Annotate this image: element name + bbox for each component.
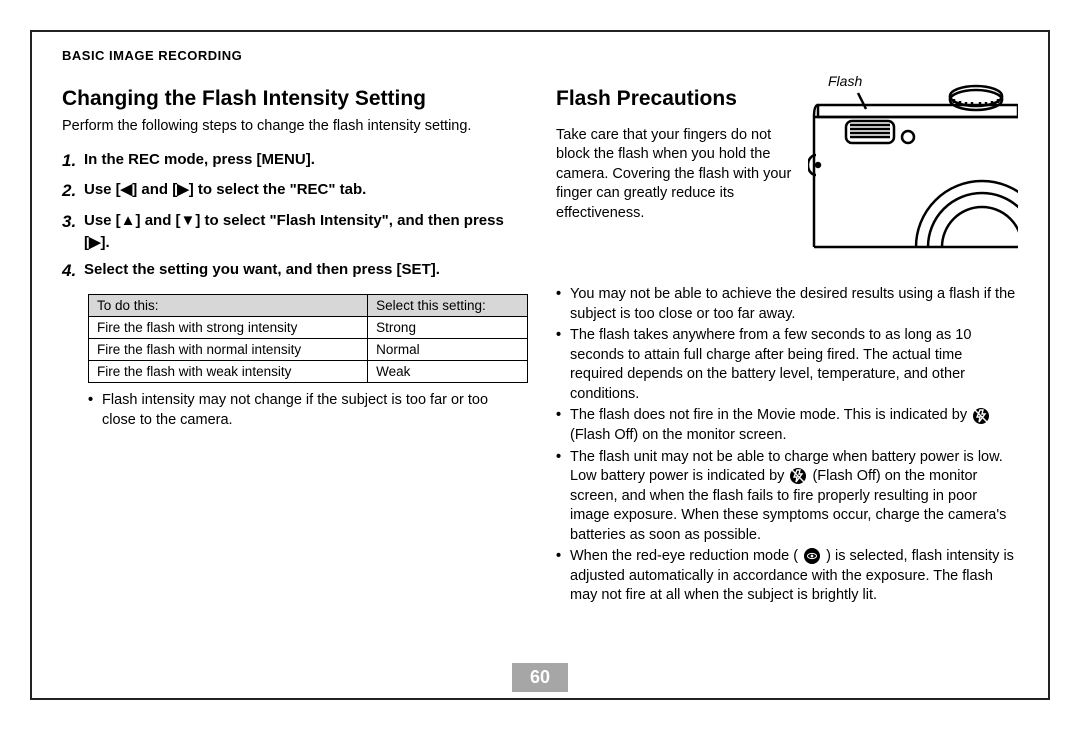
- step-text: Use [▲] and [▼] to select "Flash Intensi…: [84, 210, 522, 254]
- bullet-text: The flash does not fire in the Movie mod…: [570, 406, 1018, 445]
- flash-off-icon: [790, 468, 806, 484]
- flash-off-icon: [973, 408, 989, 424]
- bullet-text: The flash unit may not be able to charge…: [570, 448, 1018, 546]
- left-heading: Changing the Flash Intensity Setting: [62, 87, 522, 111]
- table-cell: Fire the flash with weak intensity: [89, 360, 368, 382]
- table-cell: Weak: [368, 360, 528, 382]
- bullet-item: You may not be able to achieve the desir…: [556, 285, 1018, 324]
- precautions-head: Flash Precautions Take care that your fi…: [556, 77, 798, 238]
- table-cell: Strong: [368, 316, 528, 338]
- table-row: Fire the flash with weak intensity Weak: [89, 360, 528, 382]
- step-item: In the REC mode, press [MENU].: [62, 149, 522, 174]
- left-intro: Perform the following steps to change th…: [62, 117, 522, 137]
- bullet-item: The flash unit may not be able to charge…: [556, 448, 1018, 546]
- step-text: Select the setting you want, and then pr…: [84, 259, 440, 281]
- left-column: Changing the Flash Intensity Setting Per…: [62, 77, 522, 608]
- precautions-bullets: You may not be able to achieve the desir…: [556, 285, 1018, 606]
- manual-page: BASIC IMAGE RECORDING Changing the Flash…: [30, 30, 1050, 700]
- flash-intensity-table: To do this: Select this setting: Fire th…: [88, 294, 528, 383]
- table-header: Select this setting:: [368, 294, 528, 316]
- precautions-row: Flash Precautions Take care that your fi…: [556, 77, 1018, 257]
- text-fragment: The flash does not fire in the Movie mod…: [570, 407, 971, 423]
- red-eye-icon: [804, 548, 820, 564]
- note-text: Flash intensity may not change if the su…: [102, 391, 522, 430]
- step-item: Select the setting you want, and then pr…: [62, 259, 522, 284]
- text-fragment: When the red-eye reduction mode (: [570, 548, 798, 564]
- bullet-text: The flash takes anywhere from a few seco…: [570, 326, 1018, 404]
- step-text: Use [◀] and [▶] to select the "REC" tab.: [84, 179, 366, 201]
- table-row: Fire the flash with strong intensity Str…: [89, 316, 528, 338]
- table-cell: Fire the flash with normal intensity: [89, 338, 368, 360]
- section-header: BASIC IMAGE RECORDING: [62, 48, 1018, 63]
- note-item: Flash intensity may not change if the su…: [88, 391, 522, 430]
- camera-illustration-icon: [808, 77, 1018, 252]
- table-cell: Fire the flash with strong intensity: [89, 316, 368, 338]
- table-header: To do this:: [89, 294, 368, 316]
- step-item: Use [◀] and [▶] to select the "REC" tab.: [62, 179, 522, 204]
- bullet-item: When the red-eye reduction mode ( ) is s…: [556, 547, 1018, 606]
- right-column: Flash Precautions Take care that your fi…: [556, 77, 1018, 608]
- camera-figure: Flash: [808, 77, 1018, 257]
- table-header-row: To do this: Select this setting:: [89, 294, 528, 316]
- left-notes: Flash intensity may not change if the su…: [88, 391, 522, 430]
- table-cell: Normal: [368, 338, 528, 360]
- figure-label: Flash: [828, 73, 862, 89]
- bullet-text: You may not be able to achieve the desir…: [570, 285, 1018, 324]
- step-item: Use [▲] and [▼] to select "Flash Intensi…: [62, 210, 522, 254]
- content-columns: Changing the Flash Intensity Setting Per…: [62, 77, 1018, 608]
- text-fragment: (Flash Off) on the monitor screen.: [570, 427, 787, 443]
- right-heading: Flash Precautions: [556, 87, 798, 111]
- steps-list: In the REC mode, press [MENU]. Use [◀] a…: [62, 149, 522, 284]
- step-text: In the REC mode, press [MENU].: [84, 149, 315, 171]
- bullet-item: The flash takes anywhere from a few seco…: [556, 326, 1018, 404]
- page-number: 60: [512, 663, 568, 692]
- right-intro: Take care that your fingers do not block…: [556, 126, 798, 224]
- bullet-item: The flash does not fire in the Movie mod…: [556, 406, 1018, 445]
- table-row: Fire the flash with normal intensity Nor…: [89, 338, 528, 360]
- bullet-text: When the red-eye reduction mode ( ) is s…: [570, 547, 1018, 606]
